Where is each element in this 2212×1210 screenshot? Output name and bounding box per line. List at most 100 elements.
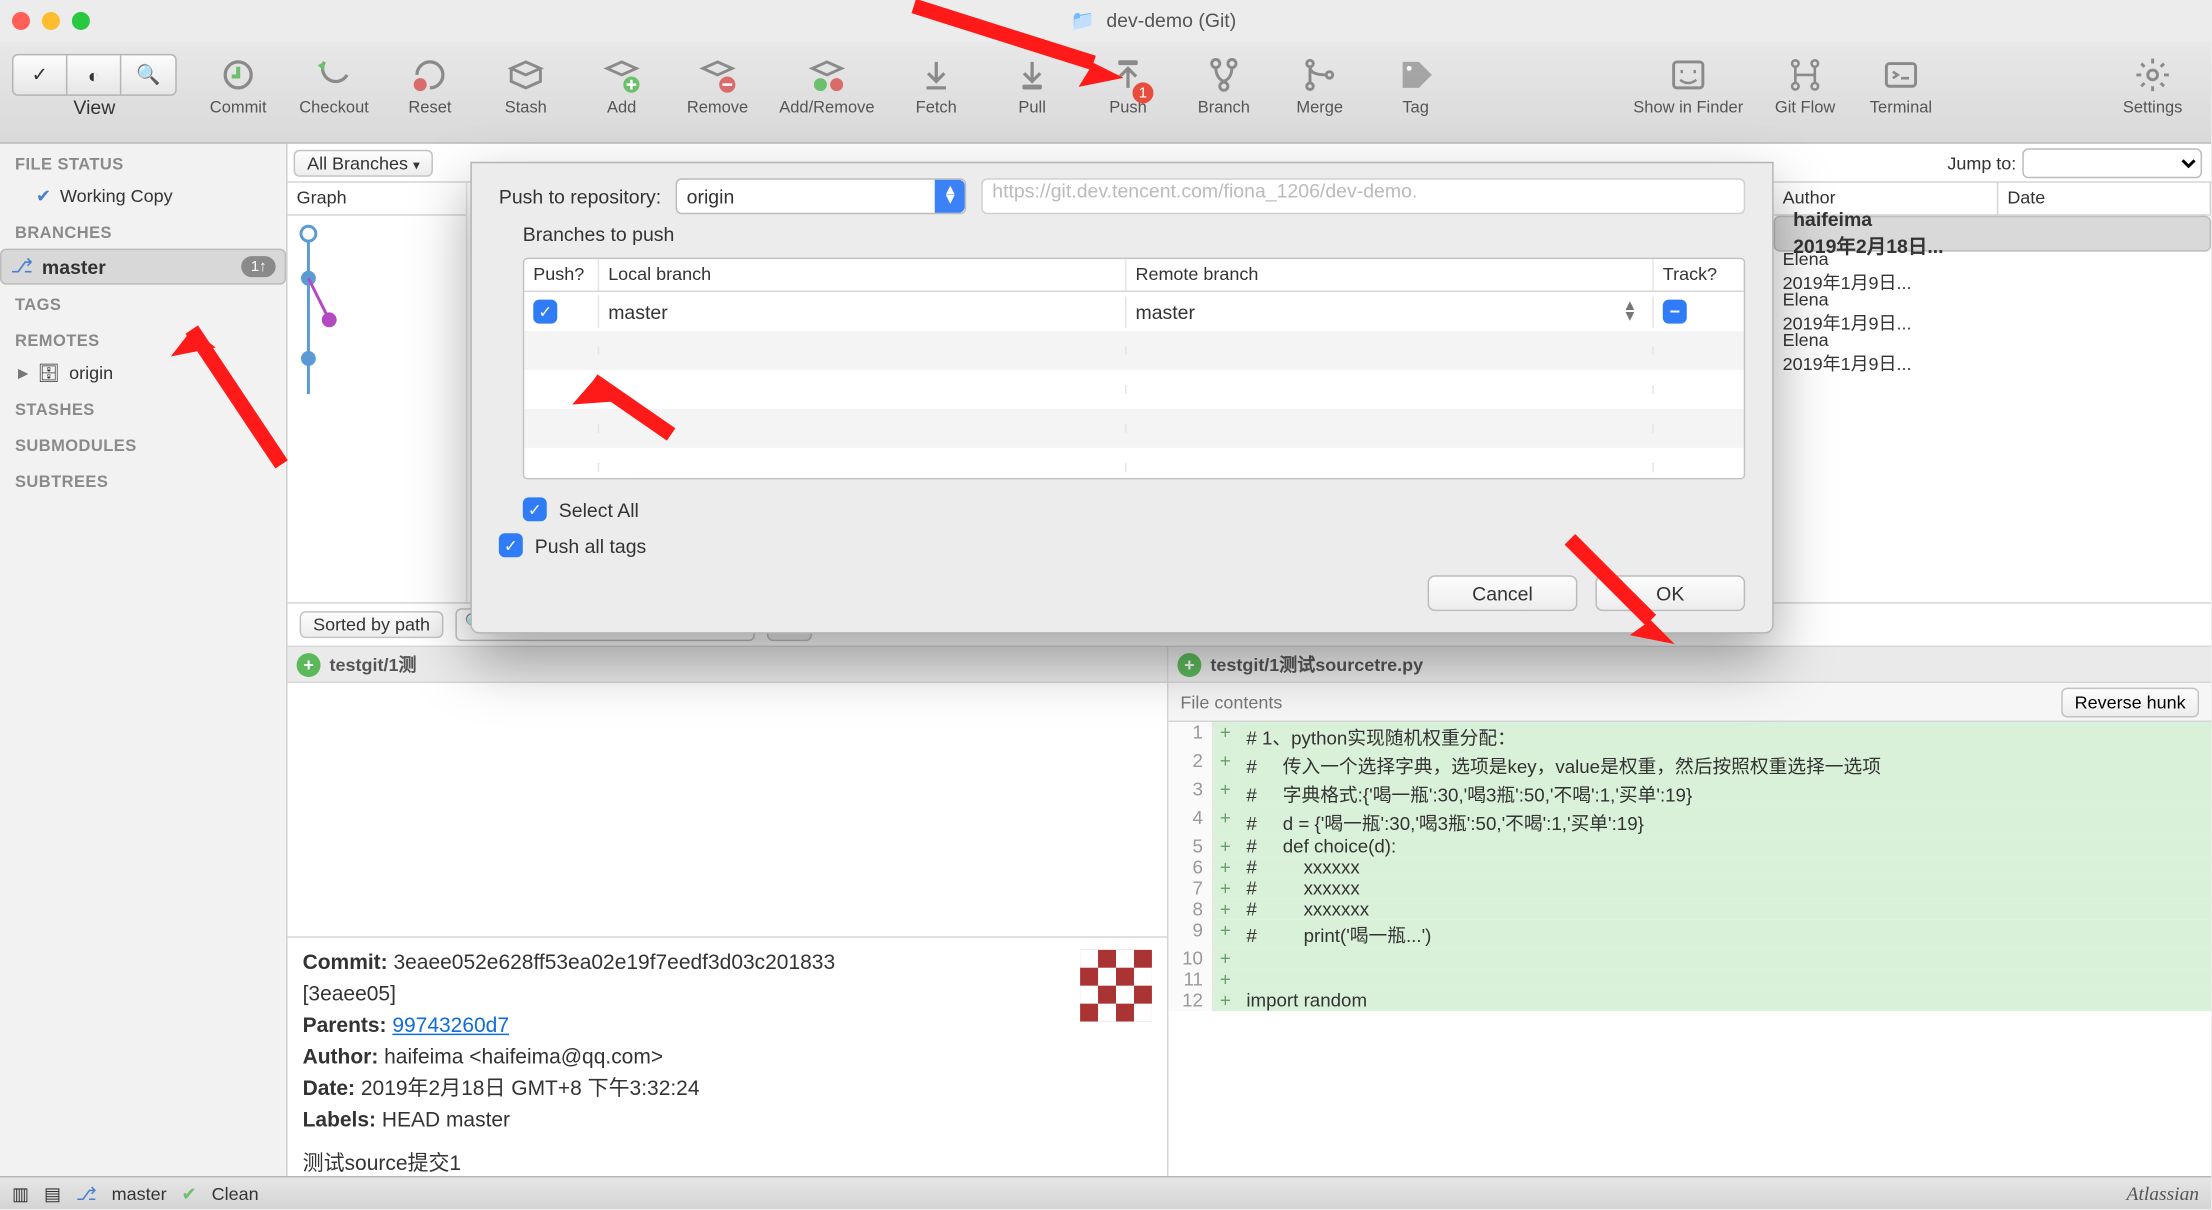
settings-button[interactable]: Settings bbox=[2106, 48, 2199, 142]
ok-button[interactable]: OK bbox=[1595, 575, 1745, 611]
repository-select[interactable]: origin ▲▼ bbox=[676, 178, 967, 214]
push-button[interactable]: 1 Push bbox=[1082, 48, 1175, 142]
file-header-right[interactable]: + testgit/1测试sourcetre.py bbox=[1168, 647, 2211, 683]
added-file-icon: + bbox=[1177, 652, 1201, 676]
commit-row[interactable]: haifeima 2019年2月18日... bbox=[1774, 216, 2211, 252]
parent-link[interactable]: 99743260d7 bbox=[392, 1013, 509, 1037]
diff-header: File contents Reverse hunk bbox=[1168, 683, 2211, 722]
folder-icon bbox=[1071, 9, 1101, 31]
merge-button[interactable]: Merge bbox=[1273, 48, 1366, 142]
file-name-left: testgit/1测 bbox=[330, 652, 417, 677]
add-button[interactable]: Add bbox=[575, 48, 668, 142]
branch-button[interactable]: Branch bbox=[1177, 48, 1270, 142]
origin-label: origin bbox=[69, 363, 113, 384]
commit-button[interactable]: Commit bbox=[192, 48, 285, 142]
statusbar: ▥ ▤ ⎇ master ✔ Clean Atlassian bbox=[0, 1176, 2211, 1209]
table-row[interactable]: ✓ master master▲▼ − bbox=[524, 292, 1743, 331]
remove-button[interactable]: Remove bbox=[671, 48, 764, 142]
push-all-tags-label: Push all tags bbox=[535, 534, 647, 556]
gear-icon bbox=[2132, 54, 2174, 96]
table-row bbox=[524, 409, 1743, 448]
minimize-window-icon[interactable] bbox=[42, 12, 60, 30]
graph-column: Graph bbox=[288, 183, 468, 602]
section-submodules: SUBMODULES bbox=[0, 425, 286, 461]
brand-label: Atlassian bbox=[2127, 1181, 2200, 1205]
view-check-icon[interactable]: ✓ bbox=[13, 55, 67, 94]
select-all-checkbox[interactable]: ✓ bbox=[523, 497, 547, 521]
commit-row[interactable]: Elena 2019年1月9日... bbox=[1774, 333, 2211, 373]
table-row bbox=[524, 331, 1743, 370]
jump-to-select[interactable] bbox=[2022, 148, 2202, 178]
code-line: 1+# 1、python实现随机权重分配： bbox=[1168, 722, 2211, 750]
pull-button[interactable]: Pull bbox=[986, 48, 1079, 142]
push-all-tags-checkbox[interactable]: ✓ bbox=[499, 533, 523, 557]
code-line: 10+ bbox=[1168, 948, 2211, 969]
table-row bbox=[524, 448, 1743, 479]
checkout-button[interactable]: Checkout bbox=[288, 48, 381, 142]
date-header[interactable]: Date bbox=[1998, 183, 2211, 214]
code-line: 4+# d = {'喝一瓶':30,'喝3瓶':50,'不喝':1,'买单':1… bbox=[1168, 807, 2211, 835]
diff-code[interactable]: 1+# 1、python实现随机权重分配：2+# 传入一个选择字典，选项是key… bbox=[1168, 722, 2211, 1176]
server-icon: 🗄 bbox=[37, 363, 60, 384]
code-line: 3+# 字典格式:{'喝一瓶':30,'喝3瓶':50,'不喝':1,'买单':… bbox=[1168, 779, 2211, 807]
push-checkbox[interactable]: ✓ bbox=[533, 300, 557, 324]
repository-url-input[interactable]: https://git.dev.tencent.com/fiona_1206/d… bbox=[982, 178, 1745, 214]
view-clock-icon[interactable]: ◐ bbox=[67, 55, 121, 94]
chevron-down-icon: ▾ bbox=[413, 157, 420, 172]
close-window-icon[interactable] bbox=[12, 12, 30, 30]
commit-graph-icon bbox=[288, 216, 466, 602]
show-in-finder-button[interactable]: Show in Finder bbox=[1621, 48, 1756, 142]
code-line: 11+ bbox=[1168, 969, 2211, 990]
fetch-button[interactable]: Fetch bbox=[890, 48, 983, 142]
branches-to-push-label: Branches to push bbox=[472, 220, 1772, 254]
col-remote[interactable]: Remote branch bbox=[1126, 259, 1653, 290]
panel-toggle-left-icon[interactable]: ▥ bbox=[12, 1183, 29, 1204]
sidebar-item-working-copy[interactable]: ✔ Working Copy bbox=[0, 180, 286, 213]
sort-dropdown[interactable]: Sorted by path bbox=[300, 611, 444, 638]
reset-button[interactable]: Reset bbox=[383, 48, 476, 142]
window-controls bbox=[12, 12, 90, 30]
remote-branch-cell[interactable]: master▲▼ bbox=[1126, 296, 1653, 327]
code-line: 6+# xxxxxx bbox=[1168, 857, 2211, 878]
push-dialog: Push to repository: origin ▲▼ https://gi… bbox=[470, 162, 1773, 634]
table-header: Push? Local branch Remote branch Track? bbox=[524, 259, 1743, 292]
disclosure-icon[interactable]: ▶ bbox=[18, 365, 28, 381]
gitflow-button[interactable]: Git Flow bbox=[1759, 48, 1852, 142]
addremove-button[interactable]: Add/Remove bbox=[767, 48, 887, 142]
code-line: 5+# def choice(d): bbox=[1168, 836, 2211, 857]
graph-header: Graph bbox=[288, 183, 466, 216]
zoom-window-icon[interactable] bbox=[72, 12, 90, 30]
col-local[interactable]: Local branch bbox=[599, 259, 1126, 290]
cancel-button[interactable]: Cancel bbox=[1428, 575, 1578, 611]
stepper-icon[interactable]: ▲▼ bbox=[1622, 301, 1637, 322]
file-header-left[interactable]: + testgit/1测 bbox=[288, 647, 1169, 683]
track-toggle[interactable]: − bbox=[1663, 300, 1687, 324]
branch-icon: ⎇ bbox=[76, 1183, 97, 1204]
status-branch: master bbox=[112, 1183, 167, 1204]
sidebar-item-origin[interactable]: ▶ 🗄 origin bbox=[0, 357, 286, 390]
code-line: 2+# 传入一个选择字典，选项是key，value是权重，然后按照权重选择一选项 bbox=[1168, 750, 2211, 778]
reverse-hunk-button[interactable]: Reverse hunk bbox=[2061, 687, 2199, 717]
col-track[interactable]: Track? bbox=[1654, 259, 1744, 290]
terminal-button[interactable]: Terminal bbox=[1855, 48, 1948, 142]
commit-detail-pane: Commit: 3eaee052e628ff53ea02e19f7eedf3d0… bbox=[288, 683, 1169, 1176]
select-all-label: Select All bbox=[559, 498, 639, 520]
section-tags: TAGS bbox=[0, 285, 286, 321]
code-line: 12+import random bbox=[1168, 990, 2211, 1011]
stash-button[interactable]: Stash bbox=[479, 48, 572, 142]
view-mode-segment[interactable]: ✓ ◐ 🔍 bbox=[12, 54, 177, 96]
section-remotes: REMOTES bbox=[0, 321, 286, 357]
sidebar-item-master[interactable]: ⎇ master 1↑ bbox=[0, 249, 286, 285]
tag-button[interactable]: Tag bbox=[1369, 48, 1462, 142]
file-name-right: testgit/1测试sourcetre.py bbox=[1210, 652, 1423, 677]
push-badge: 1 bbox=[1132, 82, 1153, 103]
commit-info: Commit: 3eaee052e628ff53ea02e19f7eedf3d0… bbox=[288, 936, 1167, 1176]
all-branches-dropdown[interactable]: All Branches ▾ bbox=[294, 149, 434, 176]
view-search-icon[interactable]: 🔍 bbox=[121, 55, 175, 94]
check-circle-icon: ✔ bbox=[36, 186, 51, 207]
added-file-icon: + bbox=[297, 652, 321, 676]
panel-toggle-right-icon[interactable]: ▤ bbox=[44, 1183, 61, 1204]
section-subtrees: SUBTREES bbox=[0, 461, 286, 497]
commit-row[interactable]: Elena 2019年1月9日... bbox=[1774, 292, 2211, 332]
col-push[interactable]: Push? bbox=[524, 259, 599, 290]
